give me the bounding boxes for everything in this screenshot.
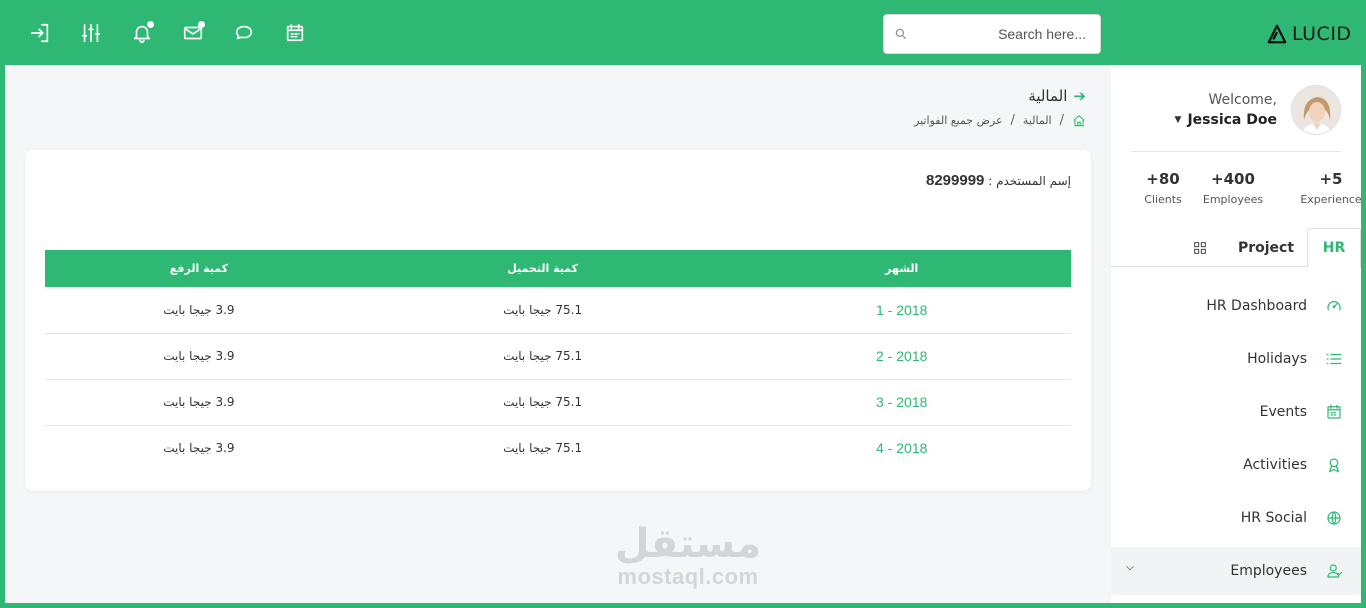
lucid-logo-icon [1267,24,1287,44]
table-row: 2018 - 3 75.1 جيجا بايت 3.9 جيجا بايت [45,379,1071,426]
stat-label: Clients [1144,193,1182,206]
sidebar-item-hr-dashboard[interactable]: HR Dashboard [1111,282,1361,330]
sidebar: Welcome, ▼ Jessica Doe +5 Experience +40… [1111,65,1362,603]
search-box[interactable] [883,14,1101,54]
username-label: إسم المستخدم : [988,174,1071,188]
brand-logo[interactable]: LUCID [1266,22,1352,46]
sidebar-item-employees[interactable]: Employees [1111,547,1361,595]
welcome-text: Welcome, [1208,92,1278,108]
sidebar-item-holidays[interactable]: Holidays [1111,335,1361,383]
list-icon [1325,350,1343,368]
mail-dot [198,21,205,28]
sidebar-item-label: HR Dashboard [1206,298,1307,314]
chevron-down-icon[interactable] [1123,561,1137,575]
divider [1131,151,1341,152]
upload-cell: 3.9 جيجا بايت [45,379,353,426]
upload-cell: 3.9 جيجا بايت [163,441,235,456]
brand-name: LUCID [1292,23,1352,45]
grid-icon [1194,241,1206,254]
download-cell: 75.1 جيجا بايت [352,379,733,426]
calendar-icon [1325,403,1343,421]
table-row: 2018 - 4 75.1 جيجا بايت 3.9 جيجا بايت [45,425,1071,471]
watermark: مستقل mostaql.com [603,522,773,588]
month-link[interactable]: 2018 - 1 [732,287,1071,334]
invoices-card: إسم المستخدم : 8299999 الشهر كمية التحمي… [25,150,1091,491]
bell-icon[interactable] [129,20,155,46]
download-cell: 75.1 جيجا بايت [352,333,733,380]
caret-down-icon: ▼ [1174,115,1182,125]
stat-value: +80 [1146,170,1180,188]
sidebar-item-label: Events [1259,404,1307,420]
chat-icon[interactable] [231,20,257,46]
column-header-month: الشهر [732,250,1071,287]
avatar[interactable] [1291,85,1341,135]
month-link[interactable]: 2018 - 4 [732,425,1071,471]
watermark-arabic: مستقل [614,521,762,567]
table-row: 2018 - 2 75.1 جيجا بايت 3.9 جيجا بايت [45,333,1071,380]
logout-icon[interactable] [27,20,53,46]
arrow-right-icon[interactable]: ➔ [1073,87,1086,105]
column-header-download: كمية التحميل [352,250,733,287]
mail-icon[interactable] [180,20,206,46]
sidebar-item-activities[interactable]: Activities [1111,441,1361,489]
upload-cell: 3.9 جيجا بايت [45,287,353,334]
sidebar-item-hr-social[interactable]: HR Social [1111,494,1361,542]
page-title-text: المالية [1028,87,1068,105]
calendar-icon[interactable] [282,20,308,46]
sidebar-tabs: HR Project [1111,228,1361,268]
tab-apps[interactable] [1185,228,1215,267]
month-link[interactable]: 2018 - 2 [732,333,1071,380]
stat-label: Experience [1300,193,1362,206]
usage-table: الشهر كمية التحميل كمية الرفع 2018 - 1 7… [45,250,1071,471]
stat-clients: +80 Clients [1123,170,1203,206]
watermark-latin: mostaql.com [617,564,759,589]
stat-value: +5 [1319,170,1343,188]
sidebar-item-events[interactable]: Events [1111,388,1361,436]
download-cell: 75.1 جيجا بايت [352,287,733,334]
stat-label: Employees [1202,193,1264,206]
breadcrumb: / المالية / عرض جميع الفواتير [914,113,1086,128]
page-title: ➔ المالية [914,87,1086,105]
download-cell: 75.1 جيجا بايت [503,441,583,456]
home-icon[interactable] [1072,114,1086,128]
notification-dot [147,21,154,28]
table-header-row: الشهر كمية التحميل كمية الرفع [45,250,1071,287]
column-header-upload: كمية الرفع [45,250,353,287]
username-value: 8299999 [925,172,985,189]
sidebar-item-label: Employees [1230,563,1307,579]
table-row: 2018 - 1 75.1 جيجا بايت 3.9 جيجا بايت [45,287,1071,334]
month-link[interactable]: 2018 - 3 [732,379,1071,426]
globe-icon [1325,509,1343,527]
tab-hr[interactable]: HR [1307,228,1361,268]
sidebar-item-label: Activities [1243,457,1307,473]
upload-cell: 3.9 جيجا بايت [45,333,353,380]
users-icon [1325,562,1343,580]
badge-icon [1325,456,1343,474]
search-input[interactable] [916,26,1086,42]
sliders-icon[interactable] [78,20,104,46]
top-navbar: LUCID [0,0,1366,65]
username-line: إسم المستخدم : 8299999 [926,172,1071,189]
stat-value: +400 [1211,170,1255,188]
breadcrumb-item[interactable]: المالية [1023,114,1052,127]
search-icon [895,28,907,40]
sidebar-item-label: HR Social [1240,510,1307,526]
stat-employees: +400 Employees [1193,170,1273,206]
breadcrumb-item-current: عرض جميع الفواتير [914,114,1003,127]
user-menu[interactable]: ▼ Jessica Doe [1175,112,1277,128]
welcome-block: Welcome, ▼ Jessica Doe [1175,92,1277,128]
stat-experience: +5 Experience [1291,170,1366,206]
sidebar-item-label: Holidays [1247,351,1307,367]
user-name: Jessica Doe [1187,112,1277,128]
page-header: ➔ المالية / المالية / عرض جميع الفواتير [914,87,1086,128]
tab-project[interactable]: Project [1233,228,1299,267]
speedometer-icon [1325,297,1343,315]
